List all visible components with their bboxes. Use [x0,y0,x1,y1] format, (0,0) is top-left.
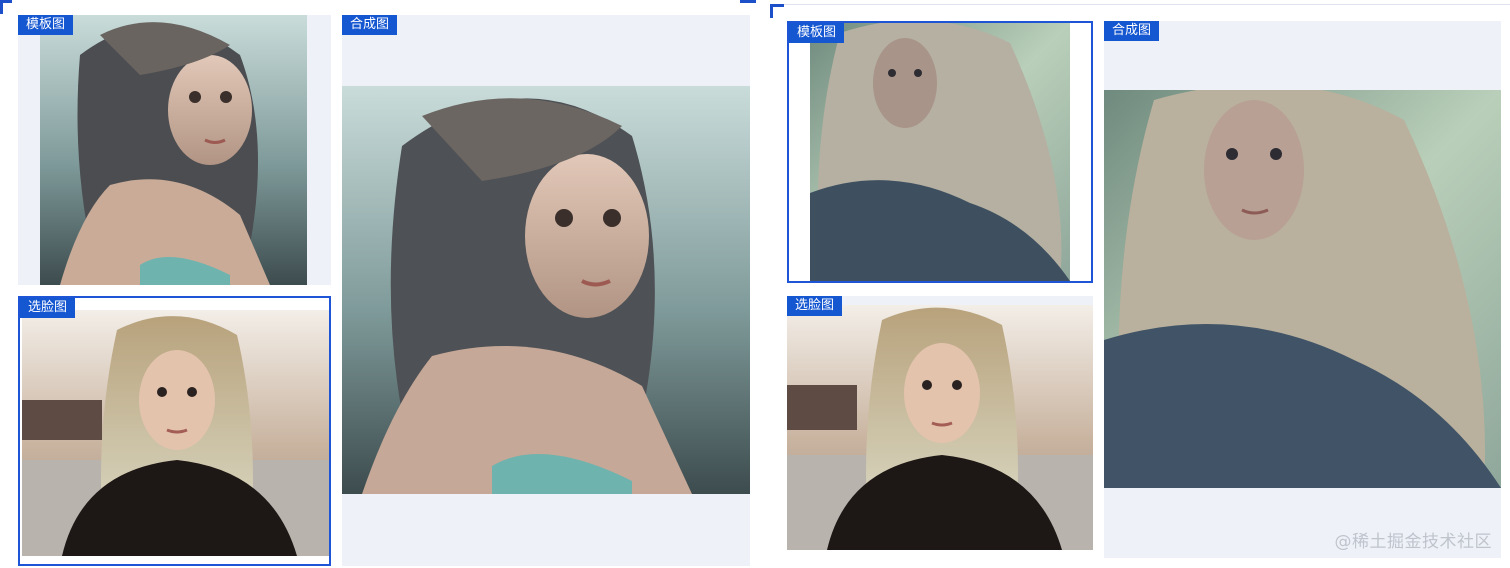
face-tag: 选脸图 [20,298,76,318]
template-image[interactable] [40,15,307,285]
watermark: @稀土掘金技术社区 [1334,532,1492,552]
face-image[interactable] [22,310,329,556]
template-tag: 模板图 [18,15,74,35]
left-panel: 模板图 选脸图 合成图 [0,0,758,568]
face-tag: 选脸图 [787,296,843,316]
face-card[interactable]: 选脸图 [787,296,1093,550]
result-image[interactable] [1104,90,1501,488]
panel-top-border [770,4,784,7]
right-panel: 模板图 选脸图 合成图 @稀土掘金技术社区 [770,0,1510,568]
panel-top-border [784,4,1510,5]
face-card[interactable]: 选脸图 [18,296,331,566]
panel-top-border [740,0,756,3]
template-card[interactable]: 模板图 [18,15,331,285]
template-card[interactable]: 模板图 [787,21,1093,283]
template-image[interactable] [810,23,1070,281]
result-card[interactable]: 合成图 [1104,21,1501,558]
result-tag: 合成图 [342,15,398,35]
result-card[interactable]: 合成图 [342,15,750,566]
result-image[interactable] [342,86,750,494]
panel-top-border [0,0,12,3]
result-tag: 合成图 [1104,21,1160,41]
template-tag: 模板图 [789,23,845,43]
face-image[interactable] [787,305,1093,550]
